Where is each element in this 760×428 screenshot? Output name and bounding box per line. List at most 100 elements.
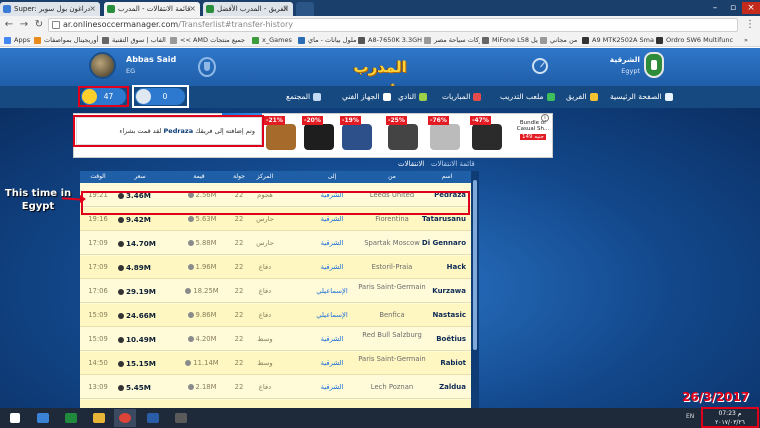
browser-tab-1[interactable]: Super: دراغون بول سوبر × [0,2,100,16]
col-name[interactable]: اسم [430,171,464,183]
home-icon [664,93,673,101]
browser-tab-3[interactable]: الفريق - المدرب الأفضل × [203,2,293,16]
bookmark-favicon-icon [34,37,41,44]
cell-name[interactable]: Zaldua [410,383,466,392]
maximize-icon[interactable]: ▫ [724,2,742,14]
cell-name[interactable]: Nastasic [410,311,466,320]
user-name[interactable]: Abbas Said [126,55,176,64]
close-window-icon[interactable]: × [742,2,760,14]
col-to[interactable]: إلى [302,171,362,183]
reload-icon[interactable]: ↻ [33,19,45,31]
table-row[interactable]: 14:50 15.15M 11.14M 22 وسط الشرقية Paris Saint… [80,352,471,375]
bookmark-favicon-icon [424,37,431,44]
ad-info-icon[interactable]: i [541,114,549,122]
radar-icon[interactable] [532,58,548,74]
table-row[interactable]: 15:09 24.66M 9.86M 22 دفاع الإسماعيلي Benfica N… [80,304,471,327]
col-price[interactable]: سعر [120,171,160,183]
ad-bundle[interactable]: Bundle of Casual Sh... 149 جنيه [515,120,551,140]
table-scrollbar-thumb[interactable] [473,180,477,350]
tab-transfer-list[interactable]: قائمة الانتقالات [431,160,475,168]
browser-menu-icon[interactable]: ⋮ [745,19,755,31]
cell-round: 22 [234,287,244,295]
col-from[interactable]: من [372,171,412,183]
new-tab-button[interactable] [296,2,314,16]
club-country: Egypt [621,67,640,75]
tab-close-icon[interactable]: × [89,2,96,16]
club-name[interactable]: الشرقية [604,55,640,64]
col-position[interactable]: المركز [250,171,280,183]
bookmarks-overflow-icon[interactable]: » [744,35,758,46]
col-round[interactable]: جولة [228,171,250,183]
cell-name[interactable]: Di Gennaro [410,239,466,248]
start-button[interactable] [4,409,26,427]
avatar[interactable] [89,52,116,79]
tab-favicon-icon [107,5,115,13]
nav-item-training[interactable]: ملعب التدريب [500,90,555,104]
taskbar-chrome[interactable] [114,409,136,427]
ad-product[interactable]: -21% [264,116,298,156]
bookmark-item[interactable]: Ordro SW6 Multifunc [656,35,740,46]
bookmark-item[interactable]: ملول بيانات - ماي [298,35,356,46]
nav-item-staff[interactable]: الجهاز الفني [342,90,391,104]
word-icon [147,413,159,423]
url-input[interactable]: ar.onlinesoccermanager.com/Transferlist#… [48,18,738,32]
minimize-icon[interactable]: – [706,2,724,14]
forward-icon[interactable]: → [18,19,30,31]
table-row[interactable]: 13:004.94M3.33M22دفاعالشرقيةRomaEmerson [80,400,471,408]
tab-close-icon[interactable]: × [189,2,196,16]
ad-product[interactable]: -47% [470,116,504,156]
ad-product[interactable]: -76% [428,116,462,156]
nav-item-home[interactable]: الصفحة الرئيسية [610,90,673,104]
table-row[interactable]: 17:09 4.89M 1.96M 22 دفاع الشرقية Estoril-Prai… [80,256,471,279]
bookmark-item[interactable]: الفاب | سوق التقنية [102,35,168,46]
cell-name[interactable]: Rabiot [410,359,466,368]
cell-round: 22 [234,263,244,271]
cell-name[interactable]: Hack [410,263,466,272]
tab-close-icon[interactable]: × [282,2,289,16]
site-logo[interactable]: المدرب الأفضل [330,54,430,102]
tab-transfer-history[interactable]: الانتقالات [398,160,424,168]
bookmark-item[interactable]: A9 MTK2502A Smart [582,35,654,46]
bookmark-item[interactable]: أجهزة أوريجينال بمواصفات [34,35,100,46]
nav-item-club[interactable]: النادي [398,90,428,104]
col-time[interactable]: الوقت [84,171,112,183]
cell-price: 29.19M [118,287,170,296]
ad-product[interactable]: -25% [386,116,420,156]
nav-item-community[interactable]: المجتمع [286,90,322,104]
cell-name[interactable]: Tatarusanu [410,215,466,224]
cell-time: 13:09 [88,383,108,391]
bookmark-apps[interactable]: Apps [4,35,32,46]
taskbar-word[interactable] [142,409,164,427]
ad-product[interactable]: -20% [302,116,336,156]
nav-item-matches[interactable]: المباريات [442,90,482,104]
taskbar-excel[interactable] [60,409,82,427]
browser-tab-2[interactable]: قائمة الانتقالات - المدرب × [104,2,200,16]
cell-time: 19:16 [88,215,108,223]
cell-time: 15:09 [88,335,108,343]
bookmark-item[interactable]: << AMD جميع منتجات [170,35,250,46]
cell-name[interactable]: Kurzawa [410,287,466,296]
table-row[interactable]: 17:09 14.70M 5.88M 22 حارس الشرقية Spartak Mos… [80,232,471,255]
table-row[interactable]: 15:09 10.49M 4.20M 22 وسط الشرقية Red Bull Sal… [80,328,471,351]
taskbar-app[interactable] [170,409,192,427]
col-value[interactable]: قيمة [184,171,214,183]
shield-icon[interactable] [198,57,216,77]
table-row[interactable]: 13:09 5.45M 2.18M 22 دفاع الشرقية Lech Poznan Z… [80,376,471,399]
bookmark-item[interactable]: x_Games [252,35,296,46]
bookmark-item[interactable]: A8-7650K 3.3GHz Qu [358,35,422,46]
club-badge-icon[interactable] [644,52,664,78]
bookmark-item[interactable]: شركات سياحة مصر [424,35,480,46]
bookmark-item[interactable]: MiFone L58 موبايل [482,35,538,46]
taskbar-folder[interactable] [88,409,110,427]
back-icon[interactable]: ← [3,19,15,31]
cell-name[interactable]: Boëtius [410,335,466,344]
nav-item-team[interactable]: الفريق [566,90,598,104]
taskbar-explorer[interactable] [32,409,54,427]
page-info-icon[interactable] [52,21,60,29]
coin-icon [187,215,194,222]
table-row[interactable]: 17:06 29.19M 18.25M 22 دفاع الإسماعيلي Paris S… [80,280,471,303]
tray-language[interactable]: EN [686,413,694,420]
cell-round: 22 [234,311,244,319]
ad-product[interactable]: -19% [340,116,374,156]
bookmark-item[interactable]: من مجاني [540,35,580,46]
